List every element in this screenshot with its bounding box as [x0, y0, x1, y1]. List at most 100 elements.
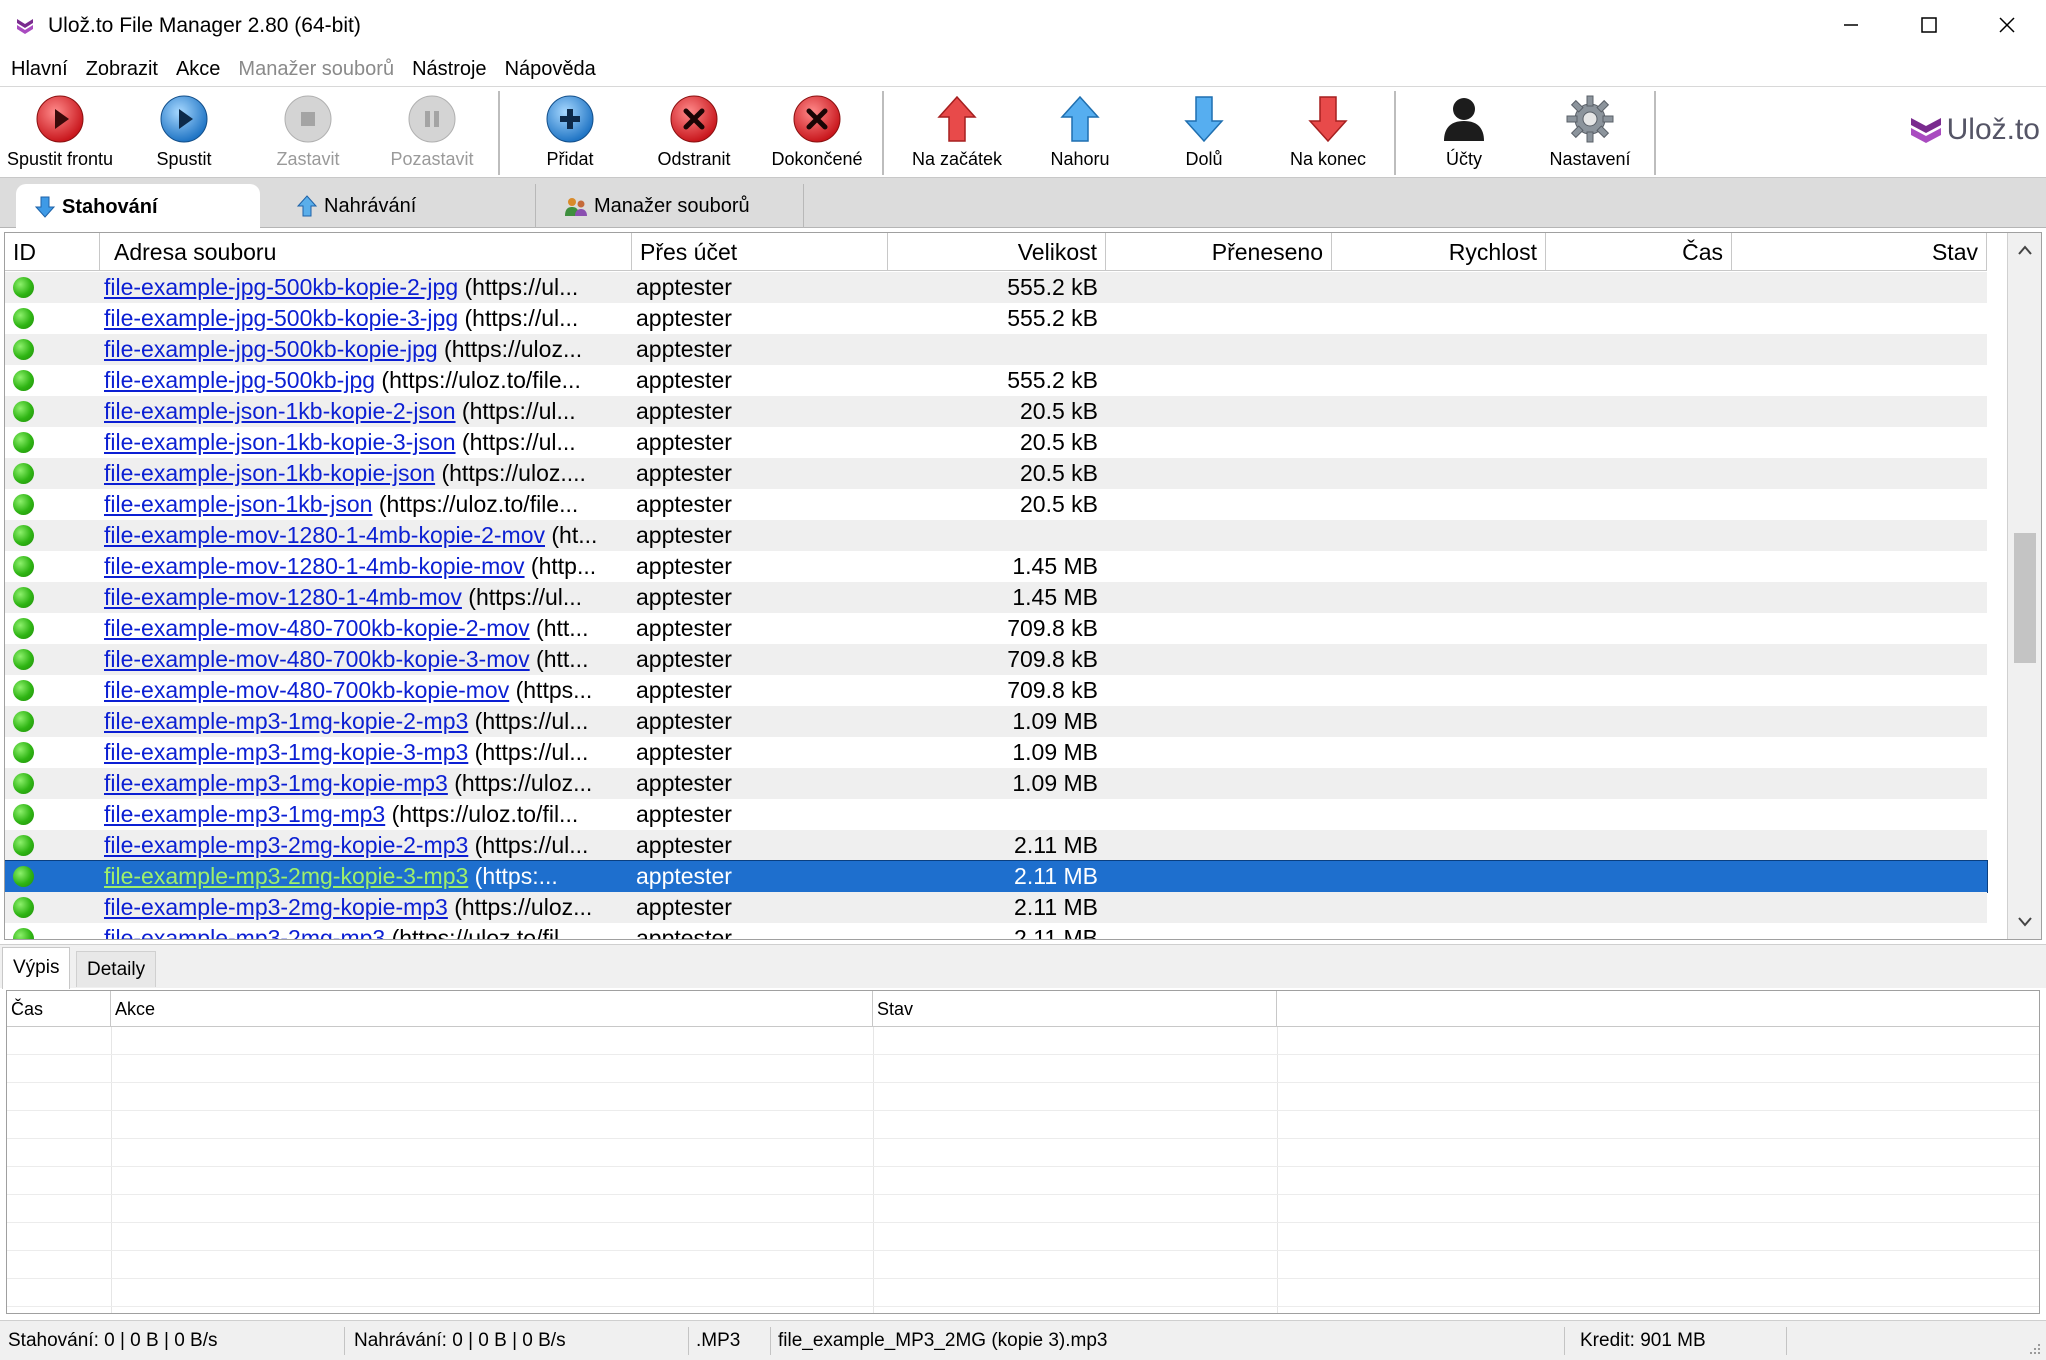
table-row[interactable]: file-example-mp3-1mg-kopie-mp3 (https://… [5, 768, 1987, 799]
column-header-account[interactable]: Přes účet [632, 233, 888, 271]
table-row[interactable]: file-example-mov-480-700kb-kopie-2-mov (… [5, 613, 1987, 644]
table-row[interactable]: file-example-json-1kb-kopie-2-json (http… [5, 396, 1987, 427]
scroll-up-arrow-icon[interactable] [2008, 233, 2041, 267]
file-link[interactable]: file-example-mov-480-700kb-kopie-mov [104, 677, 509, 703]
file-link[interactable]: file-example-jpg-500kb-kopie-3-jpg [104, 305, 458, 331]
file-link[interactable]: file-example-mp3-1mg-kopie-3-mp3 [104, 739, 468, 765]
file-link[interactable]: file-example-json-1kb-kopie-2-json [104, 398, 456, 424]
row-size-cell: 20.5 kB [1020, 460, 1098, 486]
table-row[interactable]: file-example-mp3-1mg-mp3 (https://uloz.t… [5, 799, 1987, 830]
table-row[interactable]: file-example-jpg-500kb-jpg (https://uloz… [5, 365, 1987, 396]
menu-hlavni[interactable]: Hlavní [2, 58, 77, 81]
file-link[interactable]: file-example-mp3-2mg-kopie-3-mp3 [104, 863, 468, 889]
menu-manazer-souboru[interactable]: Manažer souborů [229, 58, 403, 81]
scroll-down-arrow-icon[interactable] [2008, 905, 2041, 939]
minimize-button[interactable] [1812, 0, 1890, 50]
table-vertical-scrollbar[interactable] [2007, 233, 2041, 939]
log-column-action[interactable]: Akce [111, 991, 873, 1027]
table-row[interactable]: file-example-mov-1280-1-4mb-mov (https:/… [5, 582, 1987, 613]
file-link[interactable]: file-example-mp3-2mg-mp3 [104, 925, 385, 939]
close-button[interactable] [1968, 0, 2046, 50]
file-link[interactable]: file-example-mp3-1mg-mp3 [104, 801, 385, 827]
table-row[interactable]: file-example-mp3-1mg-kopie-3-mp3 (https:… [5, 737, 1987, 768]
log-row [7, 1167, 2039, 1195]
file-link[interactable]: file-example-json-1kb-kopie-3-json [104, 429, 456, 455]
move-up-button[interactable]: Nahoru [1032, 87, 1128, 177]
file-link[interactable]: file-example-mov-480-700kb-kopie-2-mov [104, 615, 530, 641]
table-row[interactable]: file-example-mp3-2mg-mp3 (https://uloz.t… [5, 923, 1987, 939]
file-link[interactable]: file-example-jpg-500kb-kopie-2-jpg [104, 274, 458, 300]
file-link[interactable]: file-example-jpg-500kb-jpg [104, 367, 375, 393]
log-column-status[interactable]: Stav [873, 991, 1277, 1027]
column-header-size[interactable]: Velikost [888, 233, 1106, 271]
pause-button[interactable]: Pozastavit [380, 87, 484, 177]
row-address-cell: file-example-json-1kb-kopie-json (https:… [104, 458, 632, 489]
table-row[interactable]: file-example-json-1kb-json (https://uloz… [5, 489, 1987, 520]
file-link[interactable]: file-example-json-1kb-json [104, 491, 372, 517]
table-row[interactable]: file-example-mp3-1mg-kopie-2-mp3 (https:… [5, 706, 1987, 737]
table-row[interactable]: file-example-mov-480-700kb-kopie-mov (ht… [5, 675, 1987, 706]
column-header-time[interactable]: Čas [1546, 233, 1732, 271]
tab-log[interactable]: Výpis [2, 947, 71, 989]
column-header-status[interactable]: Stav [1732, 233, 1987, 271]
close-icon [1999, 17, 2015, 33]
start-queue-button[interactable]: Spustit frontu [0, 87, 120, 177]
start-button[interactable]: Spustit [136, 87, 232, 177]
scrollbar-thumb[interactable] [2014, 533, 2036, 663]
file-link[interactable]: file-example-mp3-1mg-kopie-mp3 [104, 770, 448, 796]
file-link[interactable]: file-example-mov-1280-1-4mb-kopie-2-mov [104, 522, 545, 548]
table-row[interactable]: file-example-mov-480-700kb-kopie-3-mov (… [5, 644, 1987, 675]
menu-nastroje[interactable]: Nástroje [403, 58, 495, 81]
row-address-cell: file-example-mov-1280-1-4mb-mov (https:/… [104, 582, 632, 613]
file-url-text: (https:... [468, 863, 558, 889]
menu-zobrazit[interactable]: Zobrazit [77, 58, 167, 81]
column-header-transferred[interactable]: Přeneseno [1106, 233, 1332, 271]
log-row [7, 1139, 2039, 1167]
table-row[interactable]: file-example-jpg-500kb-kopie-3-jpg (http… [5, 303, 1987, 334]
finished-button[interactable]: Dokončené [764, 87, 870, 177]
settings-button[interactable]: Nastavení [1538, 87, 1642, 177]
table-row[interactable]: file-example-json-1kb-kopie-3-json (http… [5, 427, 1987, 458]
move-to-bottom-button[interactable]: Na konec [1278, 87, 1378, 177]
file-url-text: (https://uloz.to/file... [372, 491, 579, 517]
maximize-button[interactable] [1890, 0, 1968, 50]
log-column-time[interactable]: Čas [7, 991, 111, 1027]
file-link[interactable]: file-example-jpg-500kb-kopie-jpg [104, 336, 438, 362]
file-link[interactable]: file-example-mp3-1mg-kopie-2-mp3 [104, 708, 468, 734]
tab-downloads[interactable]: Stahování [16, 184, 260, 230]
remove-button[interactable]: Odstranit [644, 87, 744, 177]
table-row[interactable]: file-example-mp3-2mg-kopie-2-mp3 (https:… [5, 830, 1987, 861]
column-header-address[interactable]: Adresa souboru [100, 233, 632, 271]
table-row[interactable]: file-example-mp3-2mg-kopie-mp3 (https://… [5, 892, 1987, 923]
column-header-id[interactable]: ID [5, 233, 100, 271]
tab-file-manager[interactable]: Manažer souborů [564, 184, 804, 228]
table-row[interactable]: file-example-jpg-500kb-kopie-2-jpg (http… [5, 272, 1987, 303]
file-link[interactable]: file-example-json-1kb-kopie-json [104, 460, 435, 486]
column-header-speed[interactable]: Rychlost [1332, 233, 1546, 271]
tab-details[interactable]: Detaily [76, 951, 157, 987]
file-url-text: (htt... [529, 646, 589, 672]
row-status-cell [5, 613, 100, 644]
accounts-button[interactable]: Účty [1416, 87, 1512, 177]
move-to-top-button[interactable]: Na začátek [902, 87, 1012, 177]
menu-napoveda[interactable]: Nápověda [496, 58, 605, 81]
resize-grip-icon[interactable] [2026, 1340, 2042, 1356]
row-address-cell: file-example-mp3-1mg-kopie-mp3 (https://… [104, 768, 632, 799]
add-button[interactable]: Přidat [522, 87, 618, 177]
file-link[interactable]: file-example-mov-1280-1-4mb-mov [104, 584, 462, 610]
file-link[interactable]: file-example-mov-480-700kb-kopie-3-mov [104, 646, 530, 672]
table-row[interactable]: file-example-mp3-2mg-kopie-3-mp3 (https:… [5, 860, 1988, 893]
file-link[interactable]: file-example-mov-1280-1-4mb-kopie-mov [104, 553, 525, 579]
table-row[interactable]: file-example-jpg-500kb-kopie-jpg (https:… [5, 334, 1987, 365]
table-row[interactable]: file-example-mov-1280-1-4mb-kopie-2-mov … [5, 520, 1987, 551]
status-green-dot-icon [13, 866, 34, 887]
tab-uploads[interactable]: Nahrávání [296, 184, 536, 228]
file-link[interactable]: file-example-mp3-2mg-kopie-mp3 [104, 894, 448, 920]
status-green-dot-icon [13, 587, 34, 608]
file-link[interactable]: file-example-mp3-2mg-kopie-2-mp3 [104, 832, 468, 858]
table-row[interactable]: file-example-mov-1280-1-4mb-kopie-mov (h… [5, 551, 1987, 582]
move-down-button[interactable]: Dolů [1156, 87, 1252, 177]
menu-akce[interactable]: Akce [167, 58, 229, 81]
stop-button[interactable]: Zastavit [260, 87, 356, 177]
table-row[interactable]: file-example-json-1kb-kopie-json (https:… [5, 458, 1987, 489]
